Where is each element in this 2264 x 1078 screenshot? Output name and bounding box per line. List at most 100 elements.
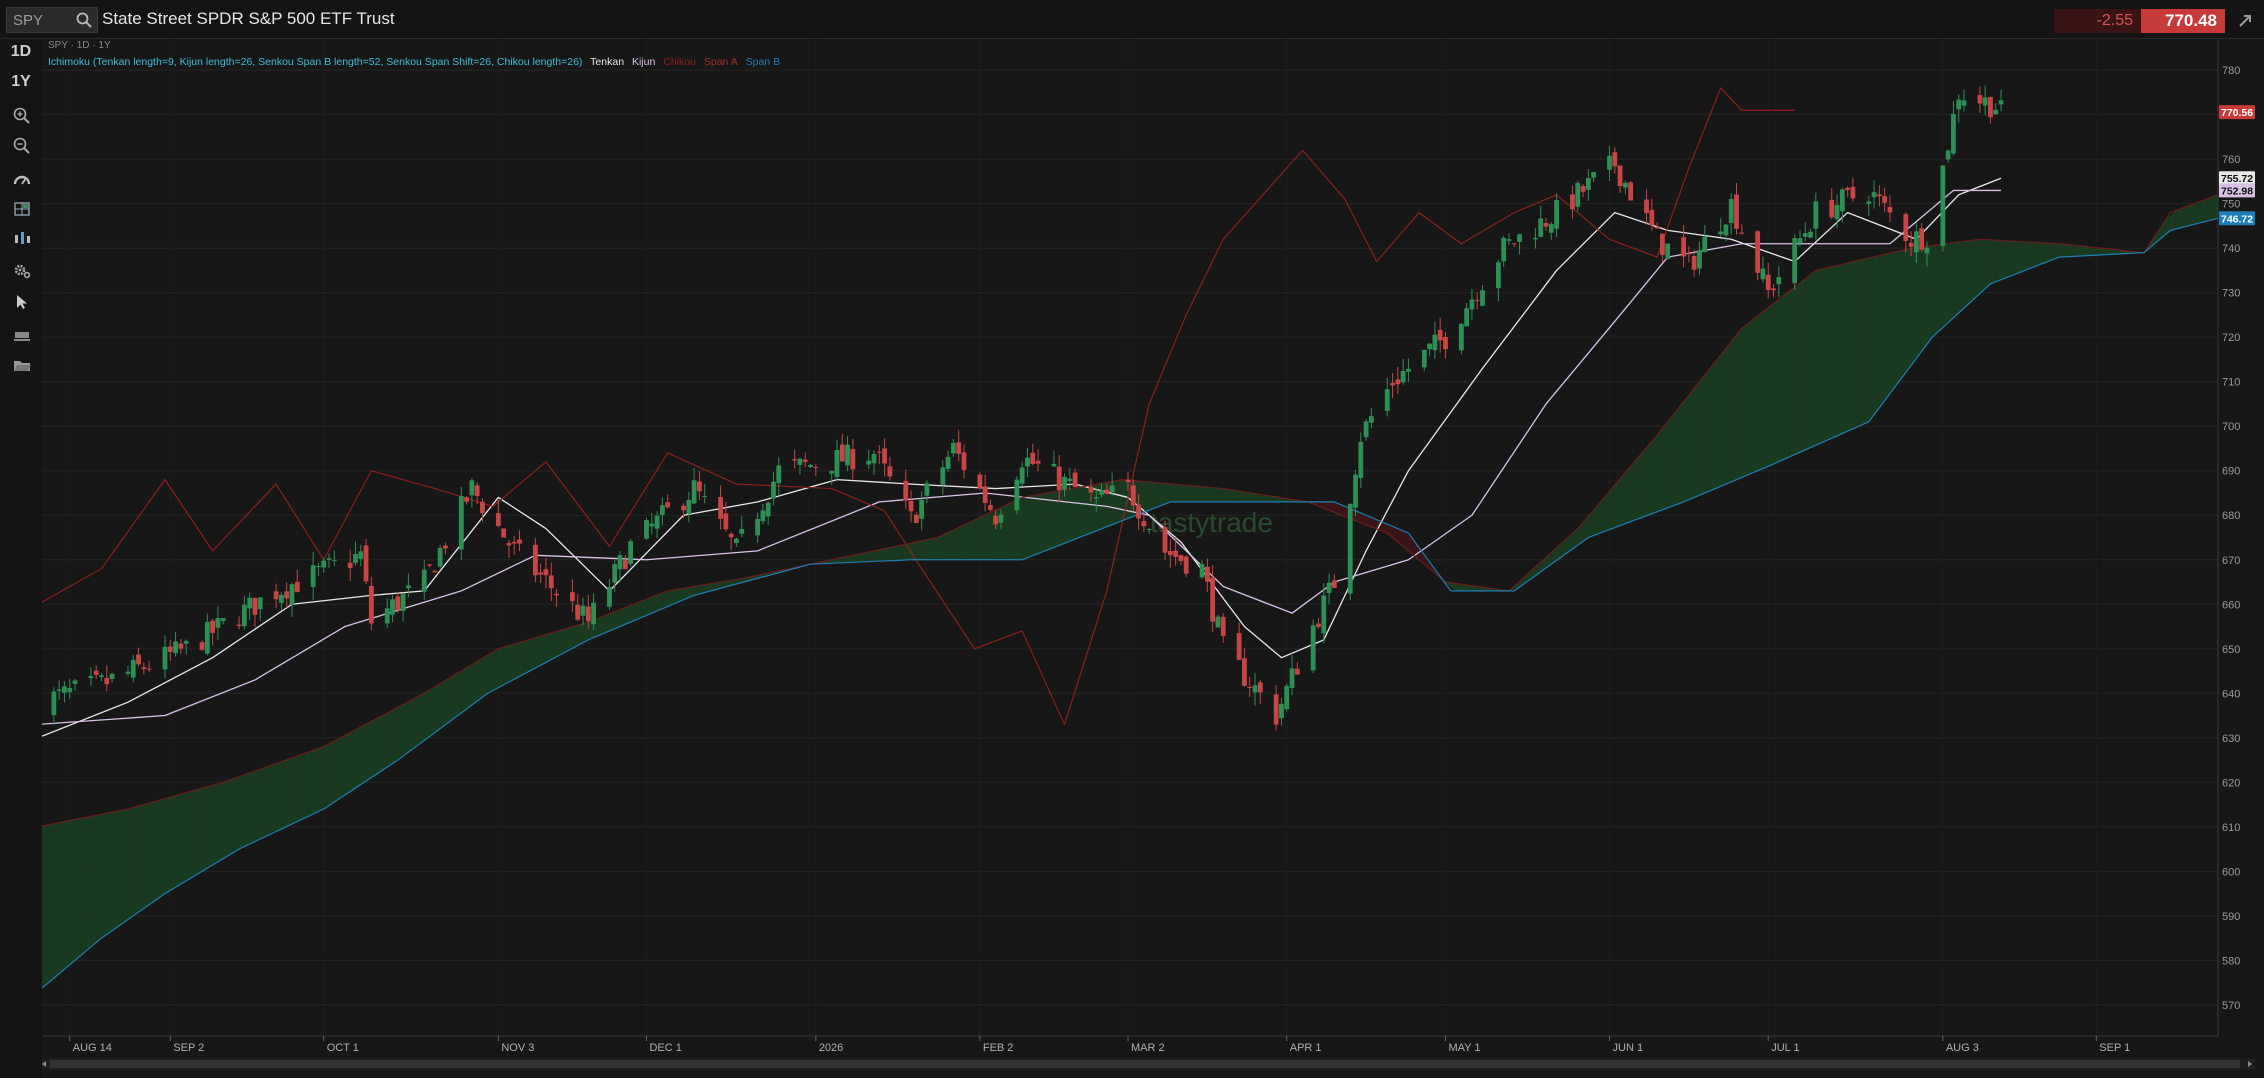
cloud-segment — [1805, 270, 1816, 450]
candle-down — [199, 642, 205, 650]
candle-up — [1400, 371, 1406, 383]
cloud-segment — [260, 765, 271, 840]
symbol-input[interactable] — [11, 10, 75, 30]
cloud-segment — [1953, 241, 1965, 318]
price-tick-label: 670 — [2222, 555, 2240, 567]
cloud-segment — [916, 539, 927, 560]
candle-up — [257, 597, 263, 610]
candle-up — [173, 641, 178, 654]
cloud-segment — [355, 724, 367, 789]
zoom-out-icon[interactable] — [12, 136, 32, 156]
candle-down — [570, 592, 575, 602]
candle-up — [1792, 238, 1798, 284]
gauge-icon[interactable] — [12, 170, 32, 190]
candle-up — [866, 460, 872, 465]
popout-icon[interactable] — [2236, 12, 2254, 30]
candle-up — [998, 514, 1004, 523]
cloud-segment — [112, 810, 123, 931]
price-chart[interactable]: tastytrade 57058059060061062063064065066… — [42, 39, 2264, 1078]
time-tick-label: NOV 3 — [501, 1042, 534, 1054]
candle-down — [622, 560, 628, 570]
candle-up — [72, 680, 78, 684]
cloud-segment — [217, 780, 229, 862]
candle-up — [1993, 109, 1999, 115]
cloud-segment — [429, 683, 441, 737]
scrollbar-thumb[interactable] — [50, 1060, 2240, 1068]
price-change: -2.55 — [2054, 9, 2141, 33]
cloud-segment — [1900, 248, 1912, 380]
candle-up — [1353, 474, 1358, 508]
symbol-search[interactable] — [6, 7, 98, 33]
candle-up — [1982, 97, 1988, 106]
candle-up — [326, 558, 332, 560]
cloud-segment — [1032, 493, 1044, 556]
cloud-segment — [1741, 320, 1753, 478]
candle-down — [1178, 555, 1184, 562]
candle-up — [1051, 463, 1057, 467]
timeframe-1y-button[interactable]: 1Y — [0, 73, 42, 91]
candle-up — [1839, 189, 1845, 212]
bar-style-icon[interactable] — [12, 229, 32, 249]
candle-down — [1437, 329, 1443, 341]
candle-up — [617, 555, 623, 570]
cloud-segment — [1180, 484, 1192, 502]
cloud-segment — [164, 795, 176, 894]
cloud-segment — [291, 754, 303, 825]
candle-up — [469, 480, 475, 496]
timeframe-1d-button[interactable]: 1D — [0, 43, 42, 61]
candle-up — [358, 551, 364, 559]
candle-up — [1533, 237, 1538, 240]
candle-up — [99, 675, 104, 678]
candle-down — [1183, 556, 1189, 574]
cloud-segment — [1657, 421, 1668, 512]
candle-down — [1882, 196, 1888, 203]
cloud-segment — [376, 712, 388, 775]
candle-up — [1406, 368, 1411, 372]
cursor-icon[interactable] — [12, 292, 32, 312]
price-tick-label: 720 — [2222, 332, 2240, 344]
candle-down — [1136, 504, 1141, 519]
candle-down — [1056, 466, 1062, 491]
cloud-segment — [270, 761, 282, 835]
search-icon[interactable] — [75, 11, 93, 29]
candle-up — [109, 673, 115, 680]
zoom-in-icon[interactable] — [12, 106, 32, 126]
grid-icon[interactable] — [12, 199, 32, 219]
candle-up — [1760, 268, 1766, 280]
candle-up — [247, 597, 253, 609]
candle-up — [1469, 299, 1475, 310]
candle-down — [136, 654, 141, 665]
candle-up — [241, 604, 247, 627]
candle-down — [575, 604, 581, 620]
candle-down — [1887, 206, 1893, 213]
cloud-segment — [80, 816, 91, 956]
cloud-segment — [323, 741, 335, 810]
folder-icon[interactable] — [12, 356, 32, 376]
candle-down — [988, 505, 993, 510]
indicator-name[interactable]: Ichimoku (Tenkan length=9, Kijun length=… — [48, 56, 582, 68]
candle-up — [56, 689, 62, 692]
cloud-segment — [1815, 267, 1827, 446]
candle-up — [1718, 231, 1724, 235]
candle-up — [644, 519, 649, 539]
candle-down — [665, 502, 671, 508]
settings-icon[interactable] — [12, 261, 32, 281]
candle-down — [1035, 460, 1041, 464]
candle-down — [210, 620, 216, 633]
candle-down — [501, 528, 507, 538]
price-tick-label: 760 — [2222, 154, 2240, 166]
candle-up — [1093, 497, 1099, 499]
legend-span-a: Span A — [703, 56, 738, 68]
candle-down — [1173, 550, 1179, 557]
candle-down — [1829, 199, 1835, 218]
candle-up — [1062, 476, 1067, 490]
candle-up — [765, 502, 771, 517]
candle-up — [353, 553, 358, 563]
candle-down — [93, 670, 99, 675]
candle-up — [51, 691, 57, 716]
cloud-segment — [1762, 303, 1774, 469]
cloud-segment — [1942, 242, 1954, 328]
indicator-legend[interactable]: Ichimoku (Tenkan length=9, Kijun length=… — [48, 56, 785, 68]
drawing-icon[interactable] — [12, 326, 32, 346]
cloud-segment — [2059, 243, 2070, 258]
